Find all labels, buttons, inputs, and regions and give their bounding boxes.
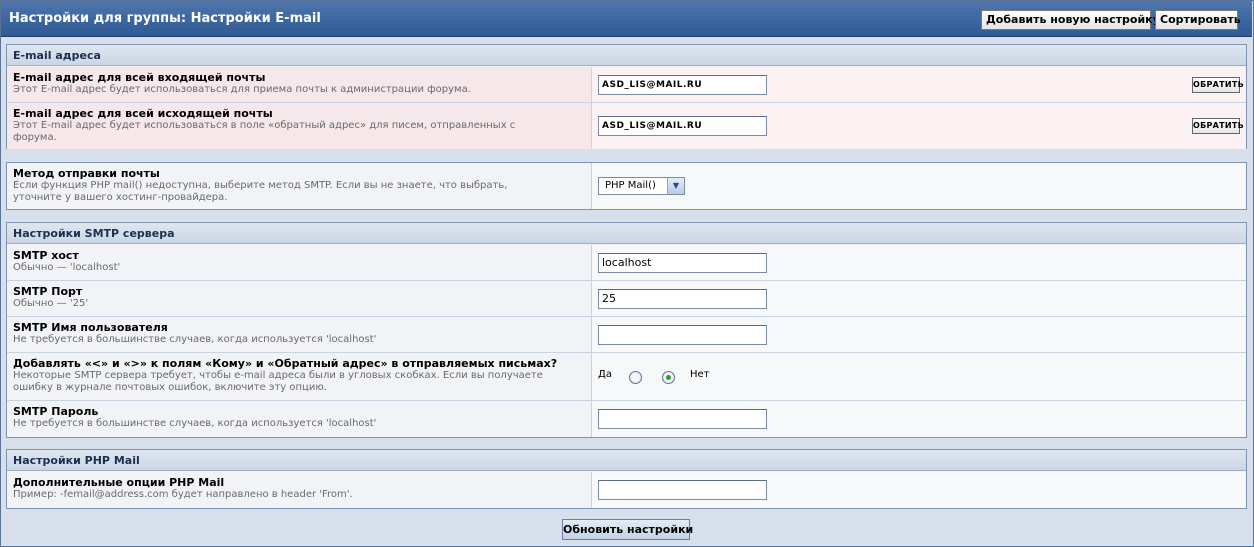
section-title-phpmail: Настройки PHP Mail <box>7 450 1246 471</box>
page-header: Настройки для группы: Настройки E-mail Д… <box>1 1 1252 37</box>
smtp-host-desc: Обычно — 'localhost' <box>13 262 121 273</box>
page-title: Настройки для группы: Настройки E-mail <box>9 11 321 26</box>
smtp-host-title: SMTP хост <box>13 249 79 262</box>
outgoing-email-desc: Этот E-mail адрес будет использоваться в… <box>13 120 516 143</box>
smtp-password-row: SMTP Пароль Не требуется в большинстве с… <box>7 401 1246 437</box>
outgoing-email-title: E-mail адрес для всей исходящей почты <box>13 107 273 120</box>
smtp-user-input[interactable] <box>598 325 767 345</box>
php-mail-options-row: Дополнительные опции PHP Mail Пример: -f… <box>7 472 1246 508</box>
smtp-brackets-row: Добавлять «<» и «>» к полям «Кому» и «Об… <box>7 353 1246 401</box>
php-mail-options-title: Дополнительные опции PHP Mail <box>13 476 225 489</box>
mail-method-desc: Если функция PHP mail() недоступна, выбе… <box>13 180 508 203</box>
smtp-port-input[interactable]: 25 <box>598 289 767 309</box>
smtp-user-row: SMTP Имя пользователя Не требуется в бол… <box>7 317 1246 353</box>
smtp-host-row: SMTP хост Обычно — 'localhost' localhost <box>7 245 1246 281</box>
outgoing-email-row: E-mail адрес для всей исходящей почты Эт… <box>7 103 1246 149</box>
smtp-port-title: SMTP Порт <box>13 285 83 298</box>
update-settings-button[interactable]: Обновить настройки <box>562 519 693 540</box>
outgoing-email-revert-button[interactable]: ОБРАТИТЬ <box>1192 118 1244 134</box>
radio-yes-label: Да <box>598 369 612 380</box>
outgoing-email-input[interactable]: ASD_LIS@MAIL.RU <box>598 116 767 136</box>
incoming-email-title: E-mail адрес для всей входящей почты <box>13 71 266 84</box>
mail-method-selected: PHP Mail() <box>605 180 656 191</box>
smtp-user-desc: Не требуется в большинстве случаев, когд… <box>13 334 377 345</box>
sort-button[interactable]: Сортировать <box>1155 10 1241 30</box>
smtp-password-input[interactable] <box>598 409 767 429</box>
smtp-brackets-title: Добавлять «<» и «>» к полям «Кому» и «Об… <box>13 357 558 370</box>
mail-method-row: Метод отправки почты Если функция PHP ma… <box>7 163 1246 209</box>
email-addresses-section: E-mail адреса E-mail адрес для всей вход… <box>6 44 1247 149</box>
smtp-host-input[interactable]: localhost <box>598 253 767 273</box>
smtp-port-row: SMTP Порт Обычно — '25' 25 <box>7 281 1246 317</box>
smtp-brackets-desc: Некоторые SMTP сервера требует, чтобы e-… <box>13 370 543 393</box>
incoming-email-row: E-mail адрес для всей входящей почты Это… <box>7 67 1246 103</box>
smtp-password-title: SMTP Пароль <box>13 405 99 418</box>
mail-method-title: Метод отправки почты <box>13 167 160 180</box>
incoming-email-revert-button[interactable]: ОБРАТИТЬ <box>1192 77 1244 93</box>
radio-no-label: Нет <box>690 369 710 380</box>
radio-yes[interactable] <box>629 371 642 384</box>
chevron-down-icon[interactable]: ▼ <box>667 178 684 194</box>
smtp-password-desc: Не требуется в большинстве случаев, когд… <box>13 418 377 429</box>
mail-method-section: Метод отправки почты Если функция PHP ma… <box>6 162 1247 210</box>
smtp-section: Настройки SMTP сервера SMTP хост Обычно … <box>6 222 1247 438</box>
add-setting-button[interactable]: Добавить новую настройку <box>981 10 1160 30</box>
incoming-email-input[interactable]: ASD_LIS@MAIL.RU <box>598 75 767 95</box>
section-title-smtp: Настройки SMTP сервера <box>7 223 1246 244</box>
mail-method-select[interactable]: PHP Mail() ▼ <box>598 177 685 195</box>
php-mail-section: Настройки PHP Mail Дополнительные опции … <box>6 449 1247 509</box>
incoming-email-desc: Этот E-mail адрес будет использоваться д… <box>13 84 471 95</box>
radio-no[interactable] <box>662 371 675 384</box>
section-title-email: E-mail адреса <box>7 45 1246 66</box>
php-mail-options-desc: Пример: -femail@address.com будет направ… <box>13 489 353 500</box>
smtp-port-desc: Обычно — '25' <box>13 298 89 309</box>
smtp-user-title: SMTP Имя пользователя <box>13 321 168 334</box>
php-mail-options-input[interactable] <box>598 480 767 500</box>
